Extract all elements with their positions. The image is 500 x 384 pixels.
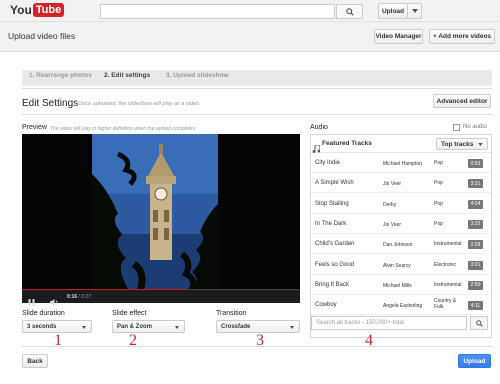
edit-settings-title: Edit Settings bbox=[22, 98, 79, 109]
edit-settings-hint: Once uploaded, the slideshow will play a… bbox=[78, 101, 200, 107]
track-title: Bring It Back bbox=[315, 281, 350, 288]
no-audio-label: No audio bbox=[463, 124, 488, 130]
page-title: Upload video files bbox=[8, 31, 76, 41]
audio-label: Audio bbox=[310, 124, 328, 131]
video-preview[interactable] bbox=[22, 134, 300, 292]
annotation-number: 1 bbox=[54, 332, 62, 349]
track-genre: Instrumental bbox=[434, 281, 462, 288]
video-time: 0:16 / 0:27 bbox=[67, 294, 91, 300]
track-artist: Michael Mills bbox=[383, 282, 412, 289]
preview-hint: The video will play in higher definition… bbox=[50, 126, 196, 132]
step-rearrange-photos[interactable]: 1. Rearrange photos bbox=[29, 72, 92, 79]
track-artist: Angela Easterling bbox=[383, 303, 423, 310]
featured-tracks-title: Featured Tracks bbox=[322, 140, 372, 147]
track-row[interactable]: Cowboy Angela Easterling Country & Folk 4:1… bbox=[311, 296, 491, 316]
upload-button[interactable]: Upload bbox=[378, 3, 408, 19]
track-row[interactable]: Stop Stalling Derby Pop 4:04 bbox=[311, 195, 491, 214]
track-artist: Dan Johnson bbox=[383, 242, 413, 249]
divider bbox=[22, 114, 492, 115]
advanced-editor-button[interactable]: Advanced editor bbox=[433, 94, 491, 108]
track-title: City Indie bbox=[315, 160, 341, 166]
track-title: A Simple Wish bbox=[315, 180, 354, 187]
track-genre: Instrumental bbox=[434, 241, 462, 248]
track-row[interactable]: City Indie Michael Hampton Pop 0:53 bbox=[311, 154, 491, 173]
track-title: In The Dark bbox=[315, 220, 347, 227]
step-upload-slideshow[interactable]: 3. Upload slideshow bbox=[166, 72, 228, 79]
upload-menu-button[interactable] bbox=[408, 3, 422, 19]
step-edit-settings[interactable]: 2. Edit settings bbox=[104, 72, 150, 79]
track-search-button[interactable] bbox=[470, 316, 488, 330]
track-artist: Michael Hampton bbox=[383, 161, 422, 167]
pause-icon bbox=[28, 299, 35, 306]
track-duration-badge: 3:01 bbox=[468, 260, 483, 270]
track-duration-badge: 2:28 bbox=[468, 240, 483, 250]
chevron-down-icon bbox=[411, 9, 418, 13]
chevron-down-icon bbox=[82, 326, 86, 329]
chevron-down-icon bbox=[290, 326, 294, 329]
track-genre: Pop bbox=[434, 200, 443, 207]
add-more-videos-button[interactable]: + Add more videos bbox=[429, 29, 495, 44]
divider bbox=[22, 88, 492, 89]
track-row[interactable]: Bring It Back Michael Mills Instrumental 2:… bbox=[311, 276, 491, 295]
search-button[interactable] bbox=[336, 4, 363, 19]
annotation-number: 4 bbox=[365, 332, 373, 349]
back-button[interactable]: Back bbox=[22, 354, 48, 368]
track-genre: Pop bbox=[434, 220, 443, 227]
chevron-down-icon bbox=[175, 326, 179, 329]
volume-button[interactable] bbox=[50, 293, 59, 311]
track-duration-badge: 3:31 bbox=[468, 179, 483, 189]
video-controls bbox=[22, 290, 300, 303]
slide-effect-label: Slide effect bbox=[112, 310, 147, 317]
track-duration-badge: 3:32 bbox=[468, 219, 483, 229]
annotation-number: 3 bbox=[256, 332, 264, 349]
track-title: Cowboy bbox=[315, 302, 337, 309]
divider bbox=[22, 346, 492, 347]
track-artist: Joi Veer bbox=[383, 181, 402, 188]
no-audio-checkbox[interactable] bbox=[453, 124, 460, 131]
track-genre: Pop bbox=[434, 160, 443, 166]
search-icon bbox=[475, 319, 483, 327]
track-row[interactable]: A Simple Wish Joi Veer Pop 3:31 bbox=[311, 174, 491, 194]
track-row[interactable]: Feels so Good Alvin Searcy Electronic 3:01 bbox=[311, 256, 491, 275]
transition-label: Transition bbox=[216, 310, 247, 317]
track-duration-badge: 4:11 bbox=[468, 301, 483, 311]
track-duration-badge: 0:53 bbox=[468, 159, 483, 168]
annotation-number: 2 bbox=[129, 332, 137, 349]
track-genre: Electronic bbox=[434, 261, 456, 268]
upload-submit-button[interactable]: Upload bbox=[458, 354, 491, 368]
slide-effect-select[interactable]: Pan & Zoom bbox=[112, 320, 185, 333]
track-artist: Joi Veer bbox=[383, 221, 402, 228]
track-genre: Country & Folk bbox=[434, 298, 457, 310]
steps-bar bbox=[22, 70, 492, 86]
track-search-input[interactable]: Search all tracks - 150,000+ total bbox=[311, 316, 467, 330]
search-input[interactable] bbox=[100, 4, 335, 19]
track-duration-badge: 2:50 bbox=[468, 280, 483, 290]
track-title: Child's Garden bbox=[315, 241, 355, 248]
slide-duration-label: Slide duration bbox=[22, 310, 65, 317]
top-tracks-select[interactable]: Top tracks bbox=[436, 138, 488, 150]
track-artist: Derby bbox=[383, 201, 397, 208]
track-title: Stop Stalling bbox=[315, 200, 349, 207]
chevron-down-icon bbox=[478, 143, 483, 146]
track-row[interactable]: In The Dark Joi Veer Pop 3:32 bbox=[311, 215, 491, 234]
preview-label: Preview bbox=[22, 124, 47, 131]
video-manager-button[interactable]: Video Manager bbox=[374, 29, 423, 44]
pause-button[interactable] bbox=[28, 293, 35, 311]
track-duration-badge: 4:04 bbox=[468, 199, 483, 209]
video-frame-image bbox=[22, 134, 300, 292]
track-genre: Pop bbox=[434, 180, 443, 187]
track-title: Feels so Good bbox=[315, 261, 355, 268]
track-row[interactable]: Child's Garden Dan Johnson Instrumental 2:2… bbox=[311, 235, 491, 255]
volume-icon bbox=[50, 299, 58, 306]
track-artist: Alvin Searcy bbox=[383, 262, 411, 269]
search-icon bbox=[345, 7, 354, 16]
youtube-logo[interactable]: You Tube bbox=[10, 3, 65, 17]
